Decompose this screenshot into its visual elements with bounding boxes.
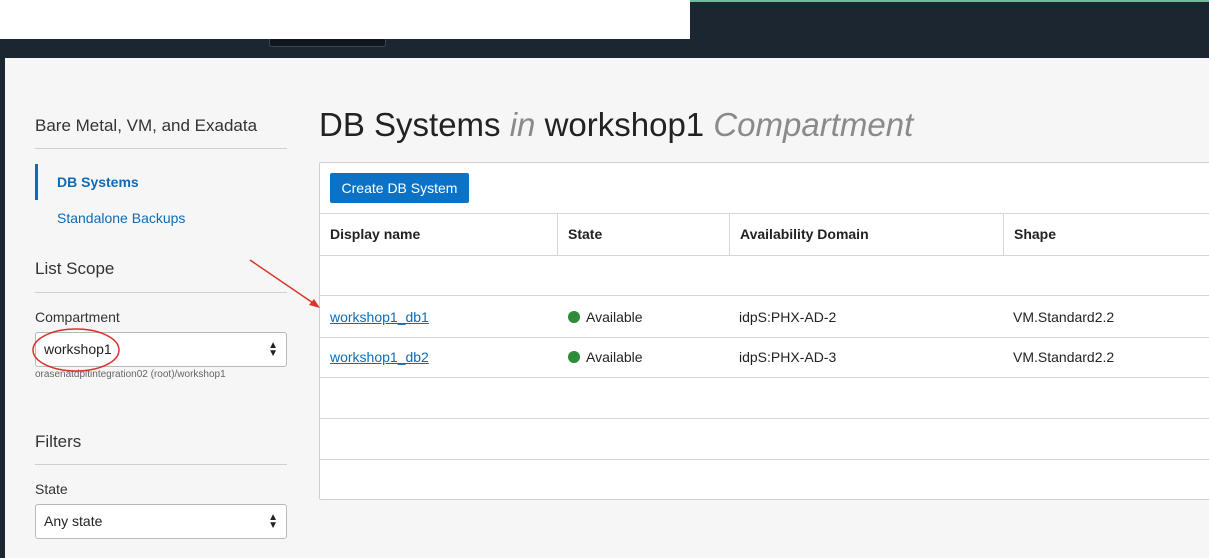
sidebar-section-title: Bare Metal, VM, and Exadata bbox=[35, 116, 258, 135]
cell-display-name: workshop1_db2 bbox=[330, 349, 429, 365]
sidebar-item-db-systems[interactable]: DB Systems bbox=[35, 164, 287, 200]
cell-availability-domain: idpS:PHX-AD-3 bbox=[739, 349, 837, 365]
cell-state: Available bbox=[568, 309, 643, 325]
compartment-select-value: workshop1 bbox=[44, 341, 112, 357]
create-db-system-button[interactable]: Create DB System bbox=[330, 173, 469, 203]
compartment-label: Compartment bbox=[35, 309, 120, 325]
table-row-empty bbox=[320, 378, 1209, 419]
table-header: Display name State Availability Domain S… bbox=[320, 213, 1209, 256]
up-down-chevron-icon: ▲ ▼ bbox=[268, 512, 278, 531]
column-header-availability-domain[interactable]: Availability Domain bbox=[730, 214, 1004, 256]
redacted-header-area bbox=[0, 0, 690, 39]
db-systems-table-panel: Create DB System Display name State Avai… bbox=[319, 162, 1209, 500]
filters-heading: Filters bbox=[35, 432, 82, 451]
table-row: workshop1_db2 Available idpS:PHX-AD-3 VM… bbox=[320, 338, 1209, 378]
cell-shape: VM.Standard2.2 bbox=[1013, 349, 1115, 365]
cell-availability-domain: idpS:PHX-AD-2 bbox=[739, 309, 837, 325]
state-filter-value: Any state bbox=[44, 513, 103, 529]
list-scope-heading: List Scope bbox=[35, 259, 115, 278]
table-row-empty bbox=[320, 256, 1209, 296]
left-edge-bar bbox=[0, 58, 5, 558]
status-available-icon bbox=[568, 351, 580, 363]
compartment-select[interactable]: workshop1 ▲ ▼ bbox=[35, 332, 287, 367]
column-header-shape[interactable]: Shape bbox=[1004, 214, 1209, 256]
page-title-resource: DB Systems bbox=[319, 106, 501, 143]
status-available-icon bbox=[568, 311, 580, 323]
db-system-link[interactable]: workshop1_db2 bbox=[330, 349, 429, 365]
up-down-chevron-icon: ▲ ▼ bbox=[268, 340, 278, 359]
divider bbox=[35, 464, 287, 465]
cell-shape: VM.Standard2.2 bbox=[1013, 309, 1115, 325]
column-header-state[interactable]: State bbox=[558, 214, 730, 256]
cell-display-name: workshop1_db1 bbox=[330, 309, 429, 325]
divider bbox=[35, 148, 287, 149]
column-header-display-name[interactable]: Display name bbox=[320, 214, 558, 256]
cell-state: Available bbox=[568, 349, 643, 365]
state-filter-label: State bbox=[35, 481, 68, 497]
table-row: workshop1_db1 Available idpS:PHX-AD-2 VM… bbox=[320, 296, 1209, 338]
divider bbox=[35, 292, 287, 293]
table-row-empty bbox=[320, 419, 1209, 460]
state-filter-select[interactable]: Any state ▲ ▼ bbox=[35, 504, 287, 539]
header-accent-line bbox=[690, 0, 1209, 2]
page-title-compartment: workshop1 bbox=[544, 106, 705, 143]
header-button[interactable] bbox=[269, 39, 386, 47]
state-text: Available bbox=[586, 309, 643, 325]
page-title: DB Systems in workshop1 Compartment bbox=[319, 106, 913, 144]
annotation-arrow-line bbox=[249, 259, 317, 306]
page-title-in: in bbox=[509, 106, 536, 143]
state-text: Available bbox=[586, 349, 643, 365]
db-system-link[interactable]: workshop1_db1 bbox=[330, 309, 429, 325]
sidebar-item-standalone-backups[interactable]: Standalone Backups bbox=[35, 200, 287, 236]
compartment-path: orasenatdpltintegration02 (root)/worksho… bbox=[35, 369, 226, 380]
page-title-suffix: Compartment bbox=[713, 106, 914, 143]
